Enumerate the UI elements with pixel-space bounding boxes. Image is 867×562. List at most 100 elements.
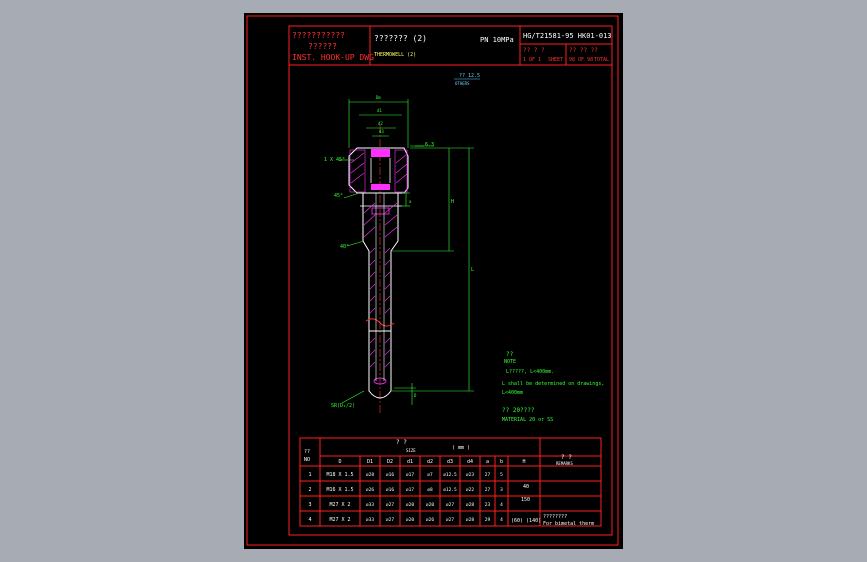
dim-h: H: [451, 199, 454, 205]
sheet-no: 1 OF 1: [523, 57, 541, 63]
note-line-3: L<400mm: [502, 390, 523, 396]
table-cell: ⌀26: [426, 517, 434, 523]
table-title-cn: ? ?: [396, 439, 407, 446]
table-cell: ⌀33: [366, 502, 374, 508]
dim-angle-45: 45°: [334, 193, 343, 199]
note-head-en: NOTE: [504, 359, 516, 365]
notes-block: ?? NOTE L?????, L<400mm. L shall be dete…: [502, 351, 604, 423]
table-cell: ⌀27: [446, 517, 454, 523]
title-en: INST. HOOK-UP DWG: [292, 53, 374, 62]
total-en: TOTAL: [594, 57, 609, 63]
table-cell: ⌀17: [406, 487, 414, 493]
table-header-cell: a: [486, 459, 489, 465]
table-cell: 5: [500, 472, 503, 478]
table-cell: 3: [500, 487, 503, 493]
table-header-cell: d4: [467, 459, 473, 465]
table-cell: ⌀20: [426, 502, 434, 508]
total-cn: ?? ?? ??: [569, 47, 598, 54]
table-row-no: 4: [308, 517, 311, 523]
table-header-cell: b: [500, 459, 503, 465]
drawing-sheet: ??????????? ?????? INST. HOOK-UP DWG ???…: [244, 13, 623, 549]
title-cn-2: ??????: [308, 42, 337, 51]
table-unit: ( mm ): [452, 445, 470, 451]
drawing-canvas: ??????????? ?????? INST. HOOK-UP DWG ???…: [246, 15, 619, 546]
h-value-1: 40: [523, 484, 529, 490]
table-cell: ⌀33: [366, 517, 374, 523]
table-cell: ⌀20: [406, 517, 414, 523]
table-cell: 23: [485, 502, 491, 508]
dim-d: D: [414, 393, 417, 398]
dim-l: L: [471, 267, 474, 273]
table-cell: ⌀23: [466, 472, 474, 478]
table-header-cell: D: [338, 459, 341, 465]
table-cell: ⌀16: [386, 472, 394, 478]
roughness-en: OTHERS: [455, 81, 470, 86]
table-cell: 27: [485, 472, 491, 478]
table-cell: ⌀26: [366, 487, 374, 493]
table-cell: ⌀17: [406, 472, 414, 478]
table-cell: M16 X 1.5: [326, 487, 353, 493]
material-cn: ?? 20????: [502, 407, 535, 414]
dim-s: 6.3: [425, 142, 434, 148]
table-cell: ⌀12.5: [443, 487, 457, 493]
dim-d3: d3: [379, 129, 384, 134]
table-cell: M27 X 2: [329, 517, 350, 523]
dim-dm: Dm: [376, 95, 381, 100]
table-cell: 27: [485, 487, 491, 493]
dimension-lines: [339, 99, 474, 405]
total-no: 98 OF 98: [569, 57, 593, 63]
table-cell: ⌀22: [466, 487, 474, 493]
remarks-en: REMARKS: [556, 461, 573, 466]
dim-b: a: [409, 199, 412, 204]
table-cell: 4: [500, 502, 503, 508]
table-cell: ⌀27: [446, 502, 454, 508]
table-header-cell: d3: [447, 459, 453, 465]
sheet-label-cn: ?? ? ?: [523, 47, 545, 54]
table-cell: ⌀28: [366, 472, 374, 478]
table-cell: 29: [485, 517, 491, 523]
table-cell: M18 X 1.5: [326, 472, 353, 478]
table-title-en: SIZE: [406, 448, 416, 453]
table-row-no: 3: [308, 502, 311, 508]
h-value-last: (60) (140): [511, 518, 541, 524]
remarks-cn: ? ?: [561, 454, 572, 461]
dim-sr: SR(D₂/2): [331, 403, 355, 409]
table-cell: ⌀7: [427, 472, 433, 478]
table-header-cell: d2: [427, 459, 433, 465]
thermowell-part: [348, 125, 409, 415]
material-en: MATERIAL 20 or SS: [502, 417, 553, 423]
table-cell: ⌀20: [406, 502, 414, 508]
table-cell: ⌀27: [386, 502, 394, 508]
table-cell: ⌀28: [466, 502, 474, 508]
size-table: ?? NO ? ? SIZE ( mm ) ? ? REMARKS D D1 D2 d…: [299, 437, 602, 527]
no-cn: ??: [304, 449, 310, 455]
table-header-cell: H: [522, 459, 525, 465]
item-cn: ??????? (2): [374, 34, 427, 43]
note-head-cn: ??: [506, 351, 514, 358]
table-row-no: 2: [308, 487, 311, 493]
table-row-no: 1: [308, 472, 311, 478]
h-value-2: 150: [521, 497, 530, 503]
table-cell: ⌀16: [386, 487, 394, 493]
dim-chamfer: 1 X 45°: [324, 157, 345, 163]
table-cell: ⌀28: [466, 517, 474, 523]
pressure-rating: PN 10MPa: [480, 36, 514, 44]
item-en: THERMOWELL (2): [374, 52, 416, 58]
table-header-cell: D2: [387, 459, 393, 465]
no-en: NO: [304, 457, 310, 463]
remark-last-cn: ????????: [543, 514, 567, 520]
table-cell: ⌀27: [386, 517, 394, 523]
dim-angle-40: 40°: [340, 244, 349, 250]
dim-d1: d1: [377, 108, 382, 113]
table-cell: ⌀8: [427, 487, 433, 493]
remark-last-en: For bimetal therm: [543, 521, 594, 527]
roughness-cn: ?? 12.5: [459, 73, 480, 79]
title-cn-1: ???????????: [292, 31, 345, 40]
dim-d2: d2: [378, 121, 383, 126]
table-cell: ⌀12.5: [443, 472, 457, 478]
table-header-cell: d1: [407, 459, 413, 465]
table-cell: M27 X 2: [329, 502, 350, 508]
table-header-cell: D1: [367, 459, 373, 465]
standard-no: HG/T21581-95 HK01-013: [523, 32, 612, 40]
note-line-1: L?????, L<400mm.: [506, 369, 554, 375]
